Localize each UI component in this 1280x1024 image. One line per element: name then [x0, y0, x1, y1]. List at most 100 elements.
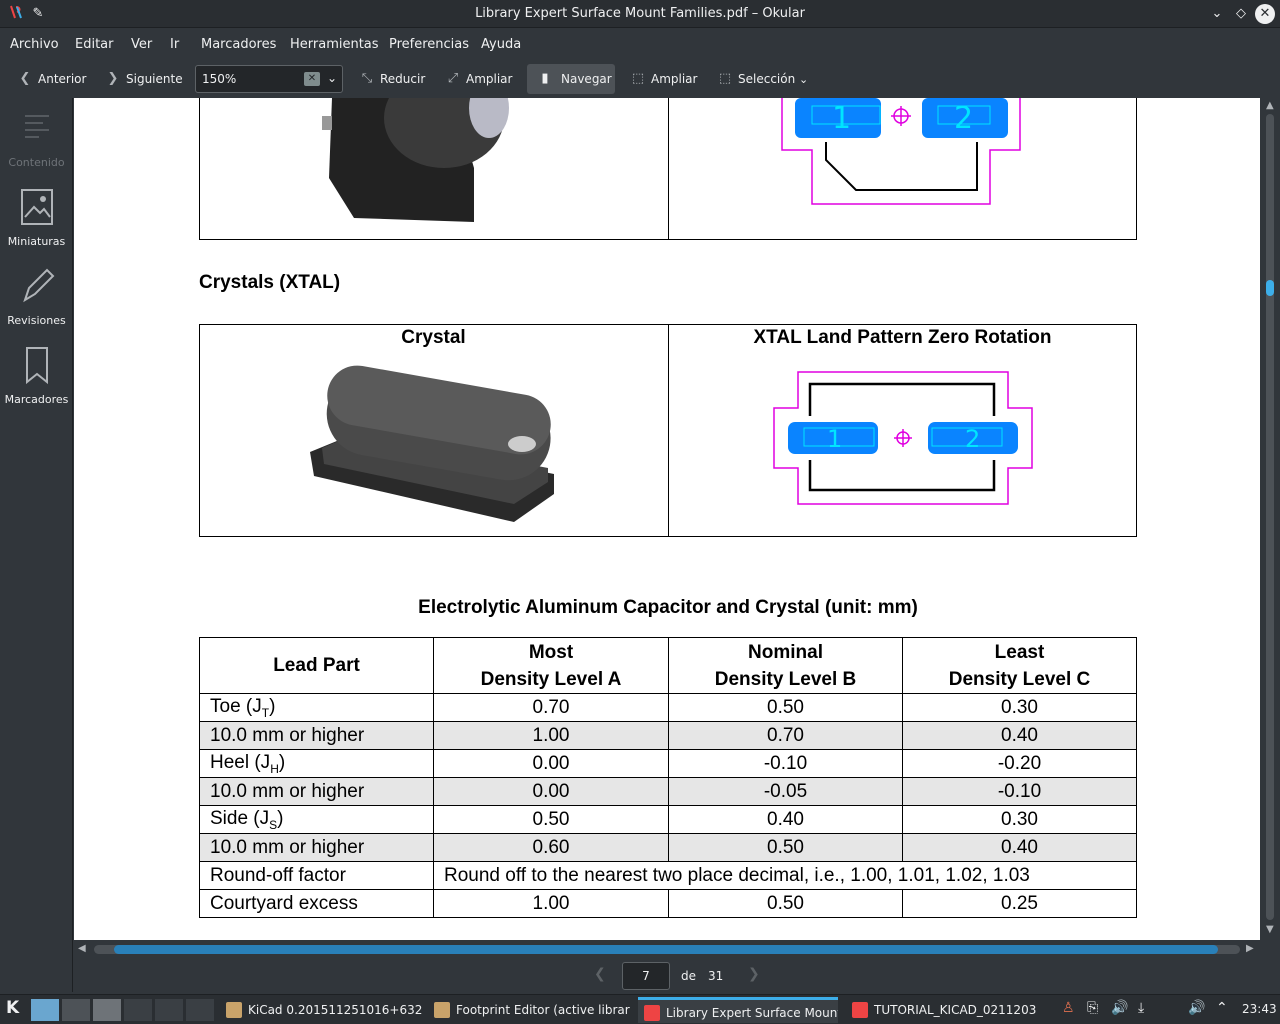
- section-heading: Crystals (XTAL): [199, 272, 341, 293]
- document-page[interactable]: 1 2 Crystals (XTAL) Crystal XTAL Land Pa…: [74, 98, 1260, 940]
- table-cell: -0.20: [902, 749, 1137, 778]
- zoom-combobox[interactable]: 150% ✕ ⌄: [195, 65, 343, 93]
- table-cell: 0.50: [668, 833, 903, 862]
- chevron-left-icon[interactable]: ◀: [78, 943, 86, 954]
- sidebar-item-thumbnails[interactable]: Miniaturas: [0, 187, 73, 248]
- table-cell: Round off to the nearest two place decim…: [433, 861, 1137, 890]
- crystal-3d-image: [310, 365, 554, 522]
- pad-2-label: 2: [954, 101, 973, 136]
- task-kicad[interactable]: KiCad 0.201511251016+632: [220, 997, 424, 1023]
- footprint-editor-icon: [434, 1002, 450, 1018]
- table-row: Side (JS) 0.50 0.40 0.30: [199, 805, 1137, 834]
- clipboard-icon[interactable]: ⎘: [1087, 1000, 1098, 1016]
- zoom-tool-button[interactable]: ⬚ Ampliar: [627, 64, 698, 94]
- virtual-desktop-3[interactable]: [93, 999, 121, 1021]
- minimize-icon[interactable]: ⌄: [1207, 4, 1227, 24]
- thumbnails-icon: [20, 189, 53, 225]
- menu-editar[interactable]: Editar: [75, 37, 114, 52]
- toolbar: ❮ Anterior ❯ Siguiente ⤡ Reducir ⤢ Ampliar ▮…: [0, 60, 1280, 98]
- chevron-down-icon[interactable]: ⌄: [327, 71, 337, 85]
- xtal-land-pattern: 1 2: [773, 371, 1033, 505]
- user-icon[interactable]: ♙: [1062, 1000, 1075, 1016]
- browse-tool-button[interactable]: ▮ Navegar: [527, 64, 615, 94]
- chevron-right-icon[interactable]: ▶: [1246, 943, 1254, 954]
- chevron-left-icon[interactable]: ❮: [594, 966, 606, 982]
- virtual-desktop-2[interactable]: [62, 999, 90, 1021]
- table-cell: -0.10: [902, 777, 1137, 806]
- row-label: 10.0 mm or higher: [199, 777, 434, 806]
- menu-preferencias[interactable]: Preferencias: [389, 37, 469, 52]
- header-density-a: Most Density Level A: [433, 637, 669, 694]
- chevron-right-icon[interactable]: ❯: [748, 966, 760, 982]
- page-number-input[interactable]: 7: [622, 962, 670, 990]
- menu-ir[interactable]: Ir: [170, 37, 179, 52]
- close-icon[interactable]: ✕: [1255, 4, 1275, 24]
- table-divider: [668, 324, 669, 537]
- zoom-in-icon: ⤢: [447, 71, 459, 86]
- task-okular[interactable]: Library Expert Surface Mount: [638, 997, 838, 1023]
- menu-bar: Archivo Editar Ver Ir Marcadores Herrami…: [0, 28, 1280, 60]
- scroll-track[interactable]: [1266, 114, 1274, 920]
- table-cell: 0.40: [668, 805, 903, 834]
- horizontal-scrollbar[interactable]: ◀ ▶: [74, 940, 1260, 960]
- sidebar-item-contents[interactable]: Contenido: [0, 108, 73, 169]
- row-label: Side (JS): [199, 805, 434, 834]
- zoom-in-button[interactable]: ⤢ Ampliar: [442, 64, 513, 94]
- row-label: 10.0 mm or higher: [199, 833, 434, 862]
- zoom-out-button[interactable]: ⤡ Reducir: [356, 64, 425, 94]
- menu-ver[interactable]: Ver: [131, 37, 152, 52]
- clear-icon[interactable]: ✕: [304, 72, 320, 86]
- chevron-left-icon: ❮: [19, 71, 31, 86]
- next-page-button[interactable]: ❯ Siguiente: [102, 64, 183, 94]
- okular-icon: [852, 1002, 868, 1018]
- table-row: 10.0 mm or higher 0.60 0.50 0.40: [199, 833, 1137, 862]
- previous-page-button[interactable]: ❮ Anterior: [14, 64, 87, 94]
- table-cell: 1.00: [433, 889, 669, 918]
- task-tutorial[interactable]: TUTORIAL_KICAD_0211203: [846, 997, 1046, 1023]
- pencil-icon: [22, 268, 54, 303]
- volume-icon[interactable]: 🔊: [1188, 1000, 1205, 1016]
- sidebar-item-bookmarks[interactable]: Marcadores: [0, 345, 73, 406]
- capacitor-land-pattern: 1 2: [781, 98, 1021, 205]
- menu-ayuda[interactable]: Ayuda: [481, 37, 521, 52]
- volume-icon[interactable]: 🔊: [1111, 1000, 1128, 1016]
- taskbar: K KiCad 0.201511251016+632 Footprint Edi…: [0, 994, 1280, 1024]
- sidebar-item-reviews[interactable]: Revisiones: [0, 266, 73, 327]
- scroll-handle[interactable]: [114, 945, 1218, 954]
- chevron-down-icon: ⌄: [799, 73, 809, 86]
- virtual-desktop-5[interactable]: [155, 999, 183, 1021]
- contents-icon: [24, 115, 49, 138]
- table-cell: 0.50: [433, 805, 669, 834]
- menu-marcadores[interactable]: Marcadores: [201, 37, 276, 52]
- maximize-icon[interactable]: ◇: [1231, 4, 1251, 24]
- table-row: 10.0 mm or higher 1.00 0.70 0.40: [199, 721, 1137, 750]
- chevron-up-icon[interactable]: ⌃: [1216, 1000, 1228, 1016]
- table-cell: 0.60: [433, 833, 669, 862]
- table-cell: 0.00: [433, 749, 669, 778]
- scroll-handle[interactable]: [1266, 280, 1274, 296]
- menu-herramientas[interactable]: Herramientas: [290, 37, 379, 52]
- chevron-right-icon: ❯: [107, 71, 119, 86]
- virtual-desktop-1[interactable]: [31, 999, 59, 1021]
- table-row: Toe (JT) 0.70 0.50 0.30: [199, 693, 1137, 722]
- vertical-scrollbar[interactable]: ▲ ▼: [1262, 98, 1280, 940]
- page-navigation-bar: ❮ 7 de 31 ❯: [74, 960, 1280, 992]
- menu-archivo[interactable]: Archivo: [10, 37, 59, 52]
- table-cell: 0.00: [433, 777, 669, 806]
- table-cell: 1.00: [433, 721, 669, 750]
- header-lead-part: Lead Part: [199, 637, 434, 694]
- clock[interactable]: 23:43: [1242, 1002, 1277, 1016]
- table-cell: 0.70: [433, 693, 669, 722]
- virtual-desktop-4[interactable]: [124, 999, 152, 1021]
- selection-icon: ⬚: [718, 71, 732, 86]
- kde-launcher-icon[interactable]: K: [6, 998, 19, 1018]
- chevron-down-icon[interactable]: ▼: [1266, 924, 1274, 935]
- row-label: Courtyard excess: [199, 889, 434, 918]
- chevron-up-icon[interactable]: ▲: [1266, 100, 1274, 111]
- selection-tool-button[interactable]: ⬚ Selección ⌄: [714, 64, 808, 94]
- pad-1-label: 1: [832, 101, 851, 136]
- virtual-desktop-6[interactable]: [186, 999, 214, 1021]
- header-density-c: Least Density Level C: [902, 637, 1137, 694]
- download-icon[interactable]: ⤓: [1138, 1000, 1144, 1016]
- task-footprint-editor[interactable]: Footprint Editor (active librar: [428, 997, 630, 1023]
